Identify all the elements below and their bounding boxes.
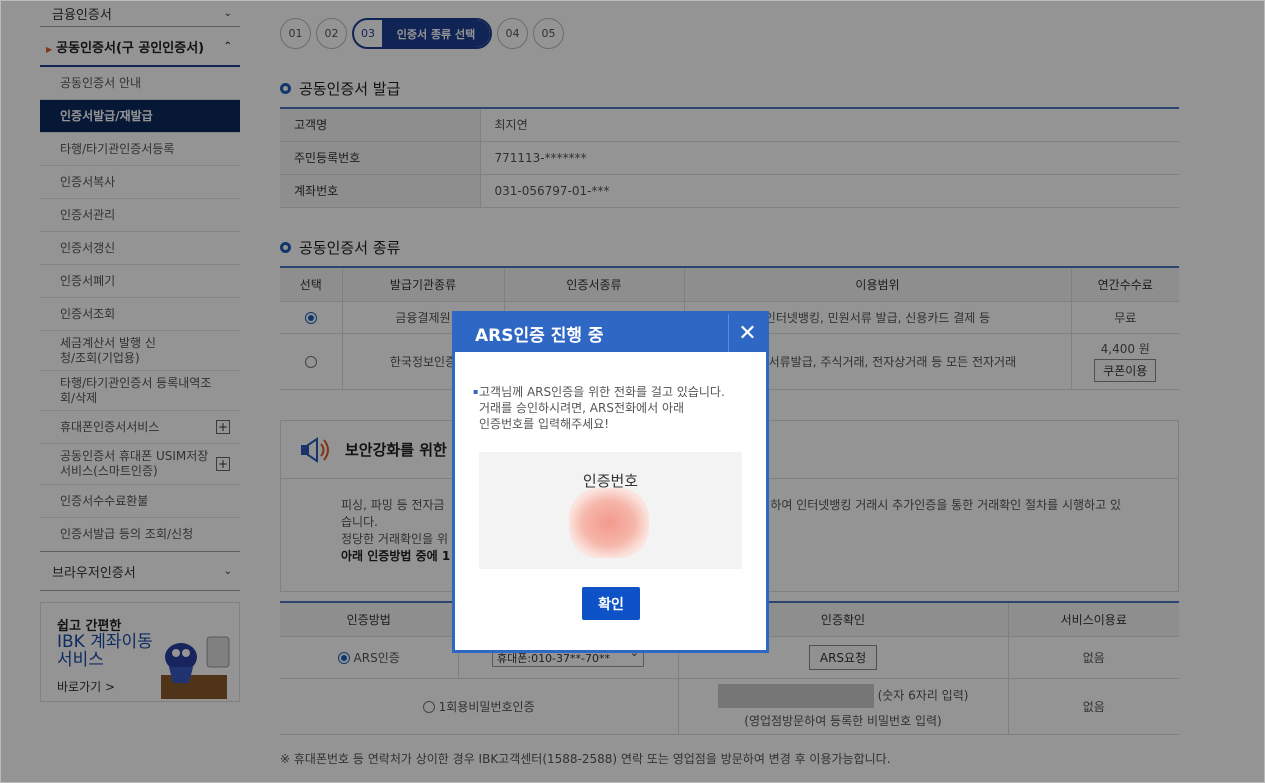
- auth-code-box: 인증번호: [479, 452, 742, 569]
- modal-title: ARS인증 진행 중: [475, 325, 604, 346]
- bullet-icon: ▪: [473, 387, 479, 396]
- auth-code-blurred: [569, 488, 649, 558]
- ars-modal: ARS인증 진행 중 ✕ ▪ 고객님께 ARS인증을 위한 전화를 걸고 있습니…: [452, 311, 769, 653]
- modal-message: ▪ 고객님께 ARS인증을 위한 전화를 걸고 있습니다. 거래를 승인하시려면…: [473, 385, 725, 431]
- close-icon[interactable]: ✕: [728, 314, 766, 352]
- confirm-button[interactable]: 확인: [582, 587, 640, 620]
- page-frame: 금융인증서 ⌄ ▶ 공동인증서(구 공인인증서) ⌃ 공동인증서 안내 인증서발급…: [0, 0, 1265, 783]
- modal-header: ARS인증 진행 중 ✕: [455, 314, 766, 352]
